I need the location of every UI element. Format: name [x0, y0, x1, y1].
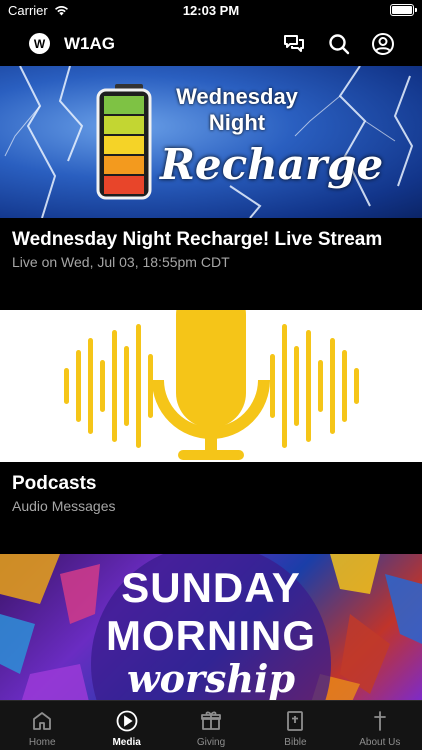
battery-icon [390, 4, 417, 16]
chat-icon[interactable] [282, 32, 306, 56]
battery-graphic [96, 84, 152, 200]
tab-label: Media [112, 737, 141, 748]
app-title: W1AG [64, 34, 115, 53]
tab-label: Bible [284, 737, 307, 748]
media-title: Podcasts [12, 473, 97, 494]
account-icon[interactable] [371, 32, 395, 56]
status-bar: Carrier 12:03 PM [0, 0, 422, 22]
wednesday-recharge-info[interactable]: Wednesday Night Recharge! Live Stream Li… [0, 218, 422, 310]
play-icon [116, 710, 138, 732]
sunday-worship-image[interactable]: SUNDAY MORNING worship [0, 554, 422, 700]
media-card-wednesday-recharge[interactable]: Wednesday Night Recharge Wednesday Night… [0, 66, 422, 310]
tab-media[interactable]: Media [84, 701, 168, 750]
sunday-line1: SUNDAY [121, 564, 301, 611]
recharge-line2: Night [208, 110, 266, 135]
media-list[interactable]: Wednesday Night Recharge Wednesday Night… [0, 66, 422, 700]
sunday-line3: worship [126, 656, 296, 700]
microphone-icon [64, 310, 359, 460]
media-card-sunday-worship[interactable]: SUNDAY MORNING worship [0, 554, 422, 700]
media-subtitle: Audio Messages [12, 498, 116, 514]
tab-label: Giving [196, 737, 226, 748]
tab-about-us[interactable]: About Us [338, 701, 422, 750]
recharge-line3: Recharge [160, 140, 384, 189]
bible-icon [287, 711, 304, 731]
tab-bar: Home Media Giving Bible About Us [0, 700, 422, 750]
tab-bible[interactable]: Bible [253, 701, 337, 750]
search-icon[interactable] [327, 32, 351, 56]
tab-giving[interactable]: Giving [169, 701, 253, 750]
cross-icon [373, 711, 386, 731]
media-title: Wednesday Night Recharge! Live Stream [12, 229, 383, 250]
media-card-podcasts[interactable]: Podcasts Audio Messages [0, 310, 422, 554]
gift-icon [201, 711, 221, 730]
home-icon [33, 712, 52, 730]
tab-label: About Us [359, 737, 401, 748]
sunday-line2: MORNING [106, 612, 316, 659]
app-header: W W1AG [0, 22, 422, 66]
recharge-line1: Wednesday [176, 84, 298, 109]
status-time: 12:03 PM [182, 3, 240, 18]
podcasts-image[interactable] [0, 310, 422, 462]
app-logo[interactable]: W [29, 33, 50, 54]
media-subtitle: Live on Wed, Jul 03, 18:55pm CDT [12, 254, 230, 270]
podcasts-info[interactable]: Podcasts Audio Messages [0, 462, 422, 554]
tab-home[interactable]: Home [0, 701, 84, 750]
tab-label: Home [28, 737, 56, 748]
wednesday-recharge-image[interactable]: Wednesday Night Recharge [0, 66, 422, 218]
